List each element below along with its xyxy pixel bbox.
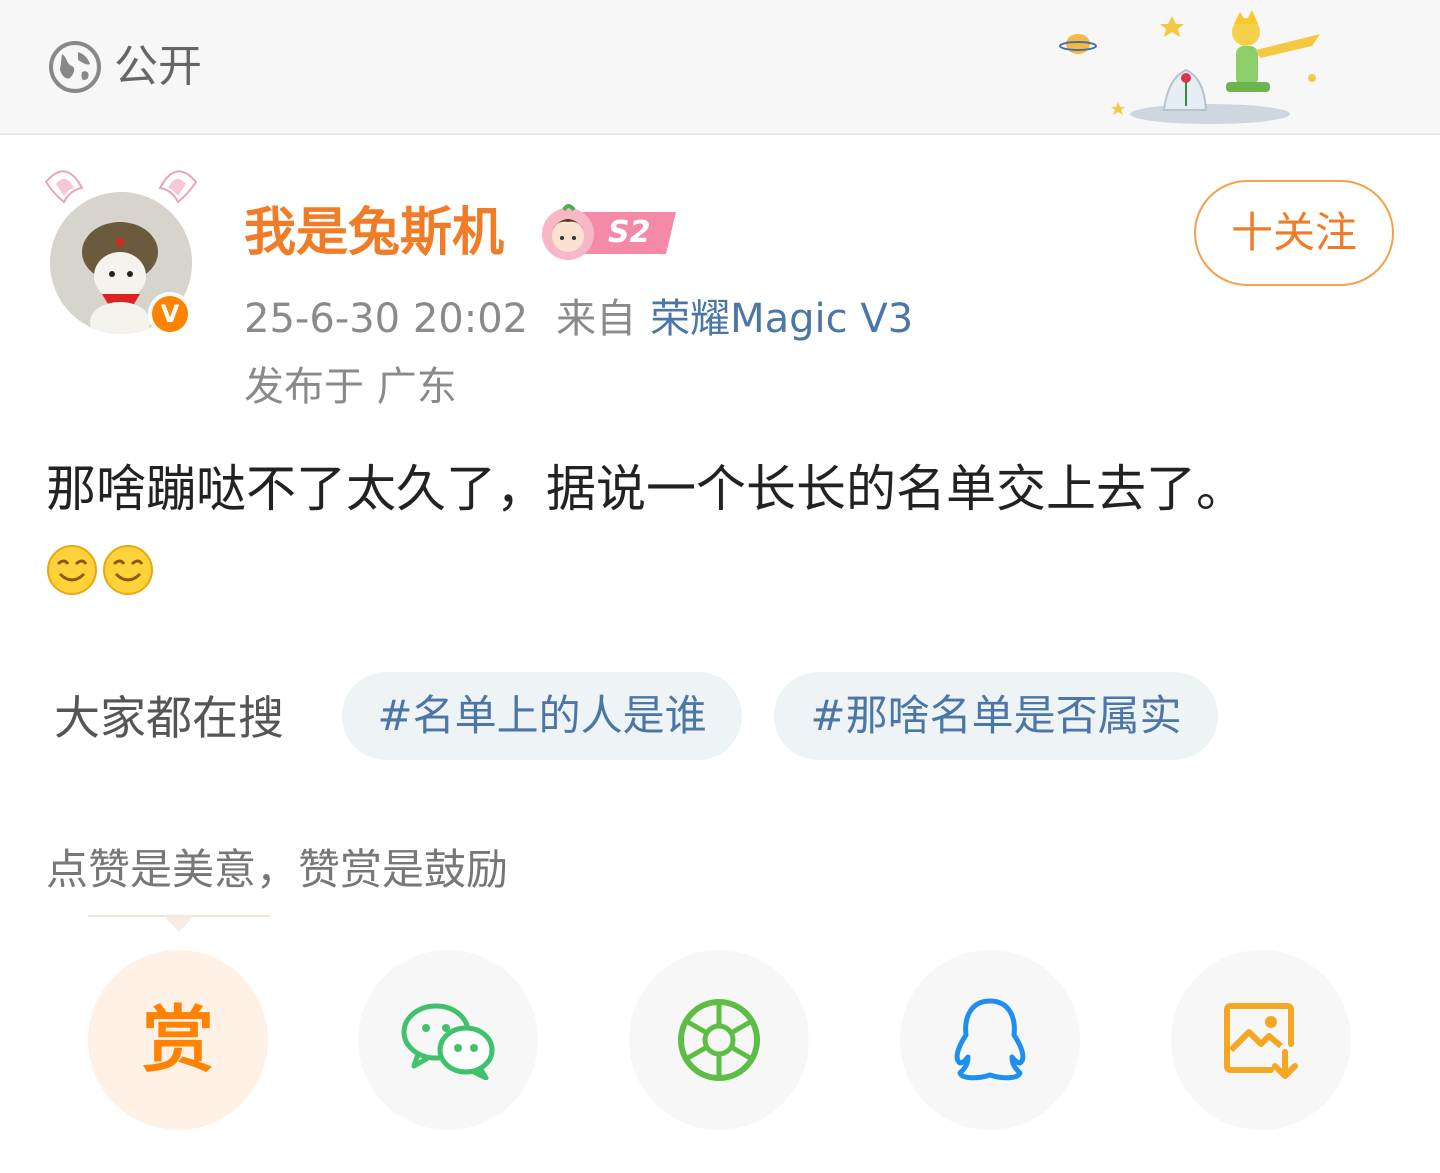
source-prefix: 来自 <box>556 296 637 342</box>
search-chip[interactable]: #那啥名单是否属实 <box>774 672 1218 760</box>
username[interactable]: 我是兔斯机 <box>244 200 504 266</box>
post-time: 25-6-30 20:02 <box>244 296 529 342</box>
save-image-icon <box>1224 1003 1298 1079</box>
save-image-button[interactable] <box>1171 950 1351 1130</box>
little-prince-decoration <box>1059 10 1320 124</box>
post-location: 发布于 广东 <box>244 364 457 410</box>
share-qq-button[interactable] <box>900 950 1080 1130</box>
visibility-bar: 公开 <box>0 0 1440 135</box>
search-chip[interactable]: #名单上的人是谁 <box>342 672 742 760</box>
post-detail-page: 公开 V 我是兔斯机 S2 十关注 25-6-30 20:02 来自 荣耀Mag… <box>0 0 1440 1173</box>
search-suggestions-title: 大家都在搜 <box>54 691 284 745</box>
device-link[interactable]: 荣耀Magic V3 <box>650 296 913 342</box>
reward-icon: 赏 <box>141 998 214 1082</box>
emoji-row <box>46 544 158 600</box>
follow-button[interactable]: 十关注 <box>1194 180 1394 286</box>
post-text: 那啥蹦哒不了太久了，据说一个长长的名单交上去了。 <box>46 460 1246 518</box>
wechat-icon <box>401 1003 495 1080</box>
visibility-label[interactable]: 公开 <box>114 38 202 96</box>
share-wechat-button[interactable] <box>358 950 538 1130</box>
tooltip-pointer <box>88 915 270 932</box>
moments-icon <box>678 999 760 1081</box>
smile-emoji-icon <box>103 545 153 595</box>
share-moments-button[interactable] <box>629 950 809 1130</box>
smile-emoji-icon <box>47 545 97 595</box>
verified-badge: V <box>148 292 192 336</box>
reward-button[interactable]: 赏 <box>88 950 268 1130</box>
post-meta: 25-6-30 20:02 来自 荣耀Magic V3 <box>244 292 913 346</box>
level-badge-text: S2 <box>608 215 651 250</box>
avatar[interactable]: V <box>36 160 206 340</box>
reward-prompt: 点赞是美意，赞赏是鼓励 <box>46 845 509 894</box>
level-badge-icon <box>542 204 676 260</box>
globe-icon <box>49 41 101 93</box>
qq-icon <box>954 998 1026 1081</box>
